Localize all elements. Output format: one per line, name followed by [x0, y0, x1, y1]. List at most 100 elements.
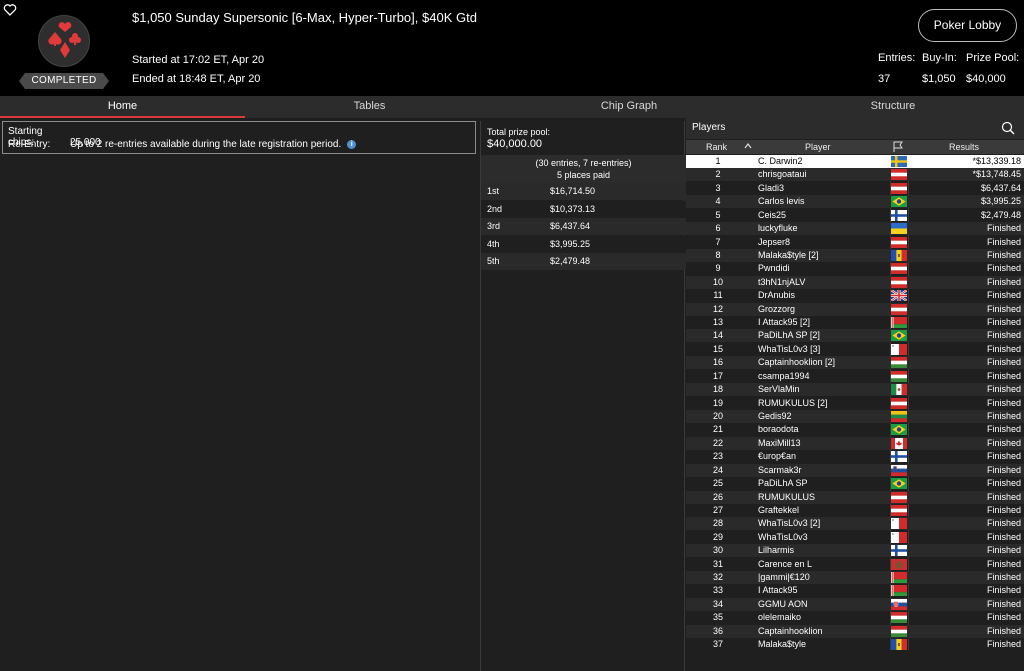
payout-place: 1st	[487, 186, 500, 196]
player-name: t3hN1njALV	[758, 276, 806, 287]
player-row[interactable]: 7 Jepser8 Finished	[686, 236, 1024, 249]
player-row[interactable]: 14 PaDiLhA SP [2] Finished	[686, 329, 1024, 343]
player-result: Finished	[986, 464, 1021, 475]
player-rank: 3	[715, 182, 721, 193]
player-result: *$13,339.18	[972, 156, 1021, 166]
country-flag-icon	[891, 156, 907, 167]
player-row[interactable]: 23 €urop€an Finished	[686, 450, 1024, 463]
player-row[interactable]: 36 Captainhooklion Finished	[686, 624, 1024, 638]
player-row[interactable]: 22 MaxiMill13 Finished	[686, 436, 1024, 450]
player-result: Finished	[986, 531, 1021, 542]
total-prize-value: $40,000.00	[487, 138, 543, 150]
tab-home[interactable]: Home	[0, 96, 245, 118]
player-row[interactable]: 34 GGMU AON Finished	[686, 597, 1024, 611]
search-icon[interactable]	[1001, 121, 1015, 135]
player-row[interactable]: 19 RUMUKULUS [2] Finished	[686, 397, 1024, 410]
player-row[interactable]: 20 Gedis92 Finished	[686, 409, 1024, 423]
player-name: WhaTisL0v3	[758, 531, 808, 542]
player-row[interactable]: 33 I Attack95 Finished	[686, 584, 1024, 597]
country-flag-icon	[891, 504, 907, 516]
player-result: $6,437.64	[980, 182, 1021, 193]
player-row[interactable]: 16 Captainhooklion [2] Finished	[686, 356, 1024, 370]
player-name: DrAnubis	[758, 290, 796, 301]
player-name: GGMU AON	[758, 598, 808, 609]
player-result: $3,995.25	[980, 196, 1021, 207]
payout-row: 4th $3,995.25	[481, 235, 686, 253]
player-rank: 11	[713, 290, 723, 301]
buyin-label: Buy-In:	[922, 52, 957, 64]
country-flag-icon	[891, 384, 907, 396]
country-flag-icon	[891, 169, 907, 181]
country-flag-icon	[891, 518, 907, 530]
player-rank: 25	[712, 478, 723, 489]
player-rank: 24	[712, 464, 723, 475]
player-result: Finished	[986, 330, 1021, 341]
player-result: Finished	[986, 598, 1021, 609]
prize-pool-value: $40,000	[966, 73, 1006, 85]
player-row[interactable]: 24 Scarmak3r Finished	[686, 463, 1024, 477]
player-column-header[interactable]: Player	[805, 142, 831, 152]
player-result: Finished	[986, 558, 1021, 569]
player-row[interactable]: 35 olelemaiko Finished	[686, 611, 1024, 624]
tab-chip-graph[interactable]: Chip Graph	[505, 96, 753, 118]
player-rank: 12	[712, 303, 723, 314]
sort-asc-icon[interactable]	[744, 142, 752, 152]
player-name: €urop€an	[758, 451, 797, 462]
country-flag-icon	[891, 236, 907, 248]
player-row[interactable]: 13 I Attack95 [2] Finished	[686, 316, 1024, 329]
country-flag-icon	[891, 558, 907, 570]
player-rank: 32	[712, 572, 723, 583]
player-row[interactable]: 27 Graftekkel Finished	[686, 504, 1024, 517]
country-flag-icon	[891, 478, 907, 490]
poker-lobby-button[interactable]: Poker Lobby	[918, 9, 1017, 42]
results-column-header[interactable]: Results	[949, 142, 979, 152]
player-name: Ceis25	[758, 209, 787, 220]
rank-column-header[interactable]: Rank	[706, 142, 727, 152]
player-row[interactable]: 3 Gladi3 $6,437.64	[686, 182, 1024, 195]
player-name: boraodota	[758, 424, 799, 435]
player-row[interactable]: 4 Carlos levis $3,995.25	[686, 195, 1024, 209]
player-row[interactable]: 9 Pwndidi Finished	[686, 262, 1024, 275]
player-name: WhaTisL0v3 [3]	[758, 343, 821, 354]
flag-column-header[interactable]	[892, 141, 904, 155]
player-row[interactable]: 6 luckyfluke Finished	[686, 222, 1024, 236]
payout-row: 2nd $10,373.13	[481, 200, 686, 218]
player-row[interactable]: 15 WhaTisL0v3 [3] Finished	[686, 343, 1024, 356]
tab-tables[interactable]: Tables	[245, 96, 494, 118]
player-name: PaDiLhA SP [2]	[758, 330, 820, 341]
player-row[interactable]: 21 boraodota Finished	[686, 423, 1024, 436]
tab-structure[interactable]: Structure	[770, 96, 1016, 118]
player-name: WhaTisL0v3 [2]	[758, 518, 821, 529]
player-row[interactable]: 25 PaDiLhA SP Finished	[686, 477, 1024, 490]
player-row[interactable]: 8 Malaka$tyle [2] Finished	[686, 248, 1024, 262]
player-row[interactable]: 2 chrisgoataui *$13,748.45	[686, 168, 1024, 182]
heart-icon[interactable]	[3, 3, 17, 17]
player-rank: 20	[712, 410, 723, 421]
entries-label: Entries:	[878, 52, 916, 64]
player-rank: 30	[712, 545, 723, 556]
player-result: Finished	[986, 276, 1021, 287]
player-row[interactable]: 26 RUMUKULUS Finished	[686, 490, 1024, 504]
player-name: RUMUKULUS [2]	[758, 397, 828, 408]
player-row[interactable]: 18 SerVlaMin Finished	[686, 383, 1024, 397]
player-row[interactable]: 1 C. Darwin2 *$13,339.18	[686, 155, 1024, 168]
player-row[interactable]: 30 Lilharmis Finished	[686, 544, 1024, 558]
tournament-info-box: Starting chips: 25,000 Re-Entry: Up to 2 r…	[2, 121, 476, 154]
player-row[interactable]: 32 |gammi|€120 Finished	[686, 571, 1024, 585]
player-row[interactable]: 29 WhaTisL0v3 Finished	[686, 531, 1024, 544]
info-icon[interactable]: i	[347, 139, 357, 149]
player-row[interactable]: 31 Carence en L Finished	[686, 558, 1024, 571]
country-flag-icon	[891, 572, 907, 584]
player-row[interactable]: 11 DrAnubis Finished	[686, 289, 1024, 302]
player-rank: 33	[712, 585, 723, 596]
country-flag-icon	[891, 357, 907, 369]
player-result: Finished	[986, 639, 1021, 650]
player-row[interactable]: 37 Malaka$tyle Finished	[686, 638, 1024, 651]
player-rank: 22	[712, 437, 723, 448]
player-row[interactable]: 10 t3hN1njALV Finished	[686, 275, 1024, 289]
player-rank: 14	[712, 330, 723, 341]
player-row[interactable]: 28 WhaTisL0v3 [2] Finished	[686, 517, 1024, 531]
player-row[interactable]: 5 Ceis25 $2,479.48	[686, 209, 1024, 222]
player-row[interactable]: 17 csampa1994 Finished	[686, 370, 1024, 383]
player-row[interactable]: 12 Grozzorg Finished	[686, 302, 1024, 316]
